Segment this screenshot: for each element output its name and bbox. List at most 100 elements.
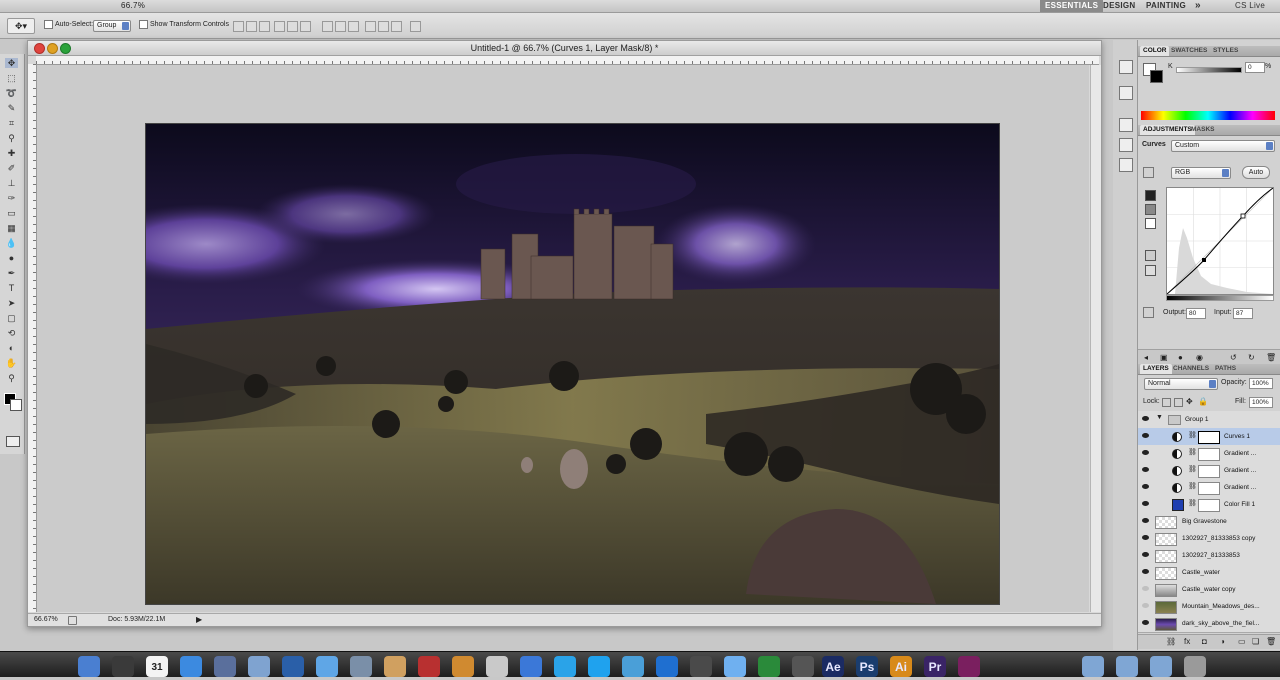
layer-name[interactable]: Group 1	[1185, 411, 1209, 428]
folder-documents-icon[interactable]	[1116, 656, 1138, 677]
photoshop-icon[interactable]: Ps	[856, 656, 878, 677]
close-window-icon[interactable]	[34, 43, 45, 54]
layer-row[interactable]: ⛓ Curves 1	[1138, 428, 1280, 446]
on-image-adjust-icon[interactable]	[1143, 167, 1154, 178]
mail-icon[interactable]	[350, 656, 372, 677]
visibility-eye-icon[interactable]	[1142, 518, 1149, 523]
quicktime-icon[interactable]	[282, 656, 304, 677]
blend-mode-dropdown[interactable]: Normal	[1144, 378, 1218, 390]
zoom-window-icon[interactable]	[60, 43, 71, 54]
preview-icon[interactable]	[384, 656, 406, 677]
brush-tool-icon[interactable]: ✐	[5, 163, 18, 173]
distribute-vcenter-icon[interactable]	[335, 21, 346, 32]
distribute-hcenter-icon[interactable]	[378, 21, 389, 32]
auto-button[interactable]: Auto	[1242, 166, 1270, 179]
visibility-eye-icon[interactable]	[1142, 467, 1149, 472]
move-tool-icon[interactable]: ✥	[5, 58, 18, 68]
distribute-right-icon[interactable]	[391, 21, 402, 32]
facetime-icon[interactable]	[248, 656, 270, 677]
layer-mask-thumbnail[interactable]	[1198, 465, 1220, 478]
mask-link-icon[interactable]: ⛓	[1188, 465, 1197, 473]
illustrator-icon[interactable]: Ai	[890, 656, 912, 677]
zoom-tool-icon[interactable]: ⚲	[5, 373, 18, 383]
visibility-eye-icon[interactable]	[1142, 484, 1149, 489]
layer-row[interactable]: ⛓ Gradient ...	[1138, 479, 1280, 497]
layer-row[interactable]: 1302927_81333853 copy	[1138, 530, 1280, 548]
add-mask-icon[interactable]: ◘	[1202, 637, 1207, 646]
premiere-icon[interactable]: Pr	[924, 656, 946, 677]
expand-view-icon[interactable]: ▣	[1160, 353, 1168, 362]
color-k-slider[interactable]	[1176, 67, 1242, 73]
curve-pencil-mode-icon[interactable]	[1145, 265, 1156, 276]
clip-to-layer-icon[interactable]: ●	[1178, 353, 1183, 362]
toggle-visibility-icon[interactable]: ◉	[1196, 353, 1203, 362]
color-k-input[interactable]: 0	[1245, 62, 1265, 73]
workspace-essentials[interactable]: ESSENTIALS	[1040, 0, 1104, 12]
zoom-percent-readout[interactable]: 66.67%	[34, 614, 58, 626]
twitter-icon[interactable]	[554, 656, 576, 677]
dashboard-icon[interactable]	[112, 656, 134, 677]
minimize-window-icon[interactable]	[47, 43, 58, 54]
lock-all-icon[interactable]: 🔒	[1198, 397, 1208, 406]
safari-icon[interactable]	[316, 656, 338, 677]
3d-rotate-tool-icon[interactable]: ⟲	[5, 328, 18, 338]
reset-adjustment-icon[interactable]: ↺	[1230, 353, 1237, 362]
mask-link-icon[interactable]: ⛓	[1188, 448, 1197, 456]
background-color-swatch[interactable]	[10, 399, 22, 411]
fill-input[interactable]: 100%	[1249, 397, 1273, 408]
layer-row[interactable]: Castle_water	[1138, 564, 1280, 582]
canvas-area[interactable]	[37, 65, 1089, 612]
link-layers-icon[interactable]: ⛓	[1166, 637, 1176, 646]
clone-stamp-tool-icon[interactable]: ⊥	[5, 178, 18, 188]
curves-channel-dropdown[interactable]: RGB	[1171, 167, 1231, 179]
clone-source-panel-icon[interactable]	[1119, 138, 1133, 152]
lasso-tool-icon[interactable]: ➰	[5, 88, 18, 98]
align-left-icon[interactable]	[274, 21, 285, 32]
layer-thumbnail[interactable]	[1155, 584, 1177, 597]
visibility-eye-icon[interactable]	[1142, 433, 1149, 438]
visibility-eye-icon[interactable]	[1142, 586, 1149, 591]
tab-styles[interactable]: STYLES	[1210, 46, 1241, 56]
gray-point-eyedropper-icon[interactable]	[1145, 204, 1156, 215]
vertical-ruler[interactable]	[28, 64, 37, 612]
layer-name[interactable]: Curves 1	[1224, 428, 1250, 445]
hand-tool-icon[interactable]: ✋	[5, 358, 18, 368]
tab-layers[interactable]: LAYERS	[1140, 364, 1172, 374]
delete-adjustment-icon[interactable]: 🗑	[1266, 353, 1276, 362]
layer-row[interactable]: Castle_water copy	[1138, 581, 1280, 599]
marquee-tool-icon[interactable]: ⬚	[5, 73, 18, 83]
layer-name[interactable]: Color Fill 1	[1224, 496, 1255, 513]
align-hcenter-icon[interactable]	[287, 21, 298, 32]
adjustment-layer-icon[interactable]	[1172, 449, 1182, 459]
chrome-icon[interactable]	[520, 656, 542, 677]
layer-name[interactable]: Castle_water	[1182, 564, 1220, 581]
tab-paths[interactable]: PATHS	[1212, 364, 1239, 374]
eraser-tool-icon[interactable]: ▭	[5, 208, 18, 218]
gradient-tool-icon[interactable]: ▦	[5, 223, 18, 233]
blur-tool-icon[interactable]: 💧	[5, 238, 18, 248]
layer-row[interactable]: ⛓ Gradient ...	[1138, 462, 1280, 480]
layer-mask-thumbnail[interactable]	[1198, 448, 1220, 461]
new-adjustment-icon[interactable]: ◑	[1220, 637, 1225, 646]
tab-adjustments[interactable]: ADJUSTMENTS	[1140, 125, 1195, 135]
curves-preset-dropdown[interactable]: Custom	[1171, 140, 1275, 152]
screen-icon[interactable]	[622, 656, 644, 677]
layer-thumbnail[interactable]	[1155, 550, 1177, 563]
layer-name[interactable]: dark_sky_above_the_fiel...	[1182, 615, 1259, 632]
adjustment-layer-icon[interactable]	[1172, 483, 1182, 493]
color-fill-icon[interactable]	[1172, 499, 1184, 511]
more-workspaces-icon[interactable]: »	[1195, 0, 1201, 12]
black-point-eyedropper-icon[interactable]	[1145, 190, 1156, 201]
path-select-tool-icon[interactable]: ➤	[5, 298, 18, 308]
reset-defaults-icon[interactable]: ↻	[1248, 353, 1255, 362]
vertical-scrollbar[interactable]	[1090, 65, 1101, 612]
color-foreground-swatch[interactable]	[1150, 70, 1163, 83]
layer-name[interactable]: Gradient ...	[1224, 445, 1256, 462]
auto-select-checkbox[interactable]: Auto-Select:	[44, 19, 93, 31]
dvd-icon[interactable]	[656, 656, 678, 677]
adjustment-layer-icon[interactable]	[1172, 466, 1182, 476]
layer-thumbnail[interactable]	[1155, 601, 1177, 614]
visibility-eye-icon[interactable]	[1142, 535, 1149, 540]
layer-thumbnail[interactable]	[1155, 516, 1177, 529]
layer-name[interactable]: 1302927_81333853	[1182, 547, 1240, 564]
